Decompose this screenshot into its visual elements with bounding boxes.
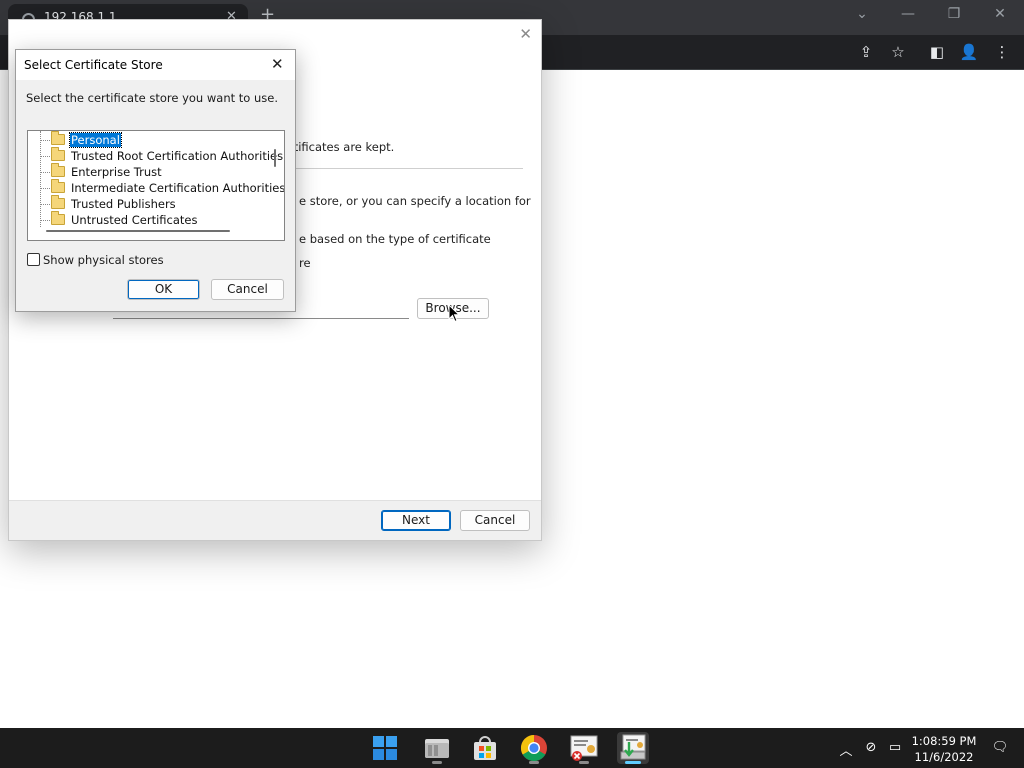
windows-logo-icon bbox=[373, 736, 397, 760]
horizontal-scrollbar[interactable] bbox=[46, 230, 230, 232]
tab-search-icon[interactable]: ⌄ bbox=[852, 6, 872, 22]
tree-item-trusted-publishers[interactable]: Trusted Publishers bbox=[28, 195, 268, 212]
tree-item-label: Untrusted Certificates bbox=[71, 213, 198, 227]
dialog-instruction: Select the certificate store you want to… bbox=[26, 91, 278, 105]
tree-item-trusted-root[interactable]: Trusted Root Certification Authorities bbox=[28, 147, 283, 164]
folder-icon bbox=[51, 179, 65, 193]
restore-icon[interactable]: ❐ bbox=[944, 6, 964, 22]
file-explorer-icon bbox=[425, 739, 449, 758]
cancel-button[interactable]: Cancel bbox=[211, 279, 284, 300]
network-disconnected-icon[interactable]: ⊘ bbox=[862, 740, 880, 755]
certificate-store-tree[interactable]: Personal Trusted Root Certification Auth… bbox=[27, 130, 285, 241]
browser-menu-icon[interactable]: ⋮ bbox=[991, 43, 1013, 61]
wizard-description-text: e store, or you can specify a location f… bbox=[299, 194, 531, 208]
window-close-icon[interactable]: ✕ bbox=[990, 6, 1010, 22]
tree-item-label: Trusted Publishers bbox=[71, 197, 176, 211]
show-hidden-icons-chevron-icon[interactable]: ︿ bbox=[837, 740, 855, 759]
tree-item-label: Trusted Root Certification Authorities bbox=[71, 149, 284, 163]
tree-item-untrusted[interactable]: Untrusted Certificates bbox=[28, 211, 268, 228]
auto-select-option-label: e based on the type of certificate bbox=[299, 232, 491, 246]
tree-item-label: Personal bbox=[69, 132, 122, 148]
folder-icon bbox=[51, 211, 65, 225]
profile-icon[interactable]: 👤 bbox=[958, 43, 980, 61]
folder-icon bbox=[51, 195, 65, 209]
next-button[interactable]: Next bbox=[381, 510, 451, 531]
chrome-icon bbox=[520, 734, 547, 762]
share-icon[interactable]: ⇪ bbox=[855, 43, 877, 61]
system-clock[interactable]: 1:08:59 PM 11/6/2022 bbox=[908, 733, 980, 765]
ok-button[interactable]: OK bbox=[127, 279, 200, 300]
tree-item-intermediate[interactable]: Intermediate Certification Authorities bbox=[28, 179, 284, 196]
start-button[interactable] bbox=[369, 732, 401, 764]
tree-item-enterprise-trust[interactable]: Enterprise Trust bbox=[28, 163, 268, 180]
taskbar-file-explorer[interactable] bbox=[421, 732, 453, 764]
tree-item-personal[interactable]: Personal bbox=[28, 131, 268, 148]
taskbar: ︿ ⊘ ▭ 1:08:59 PM 11/6/2022 🗨 bbox=[0, 728, 1024, 768]
wizard-divider bbox=[265, 168, 523, 169]
vertical-scrollbar[interactable] bbox=[274, 149, 276, 167]
dialog-title: Select Certificate Store bbox=[24, 58, 163, 72]
display-icon[interactable]: ▭ bbox=[886, 740, 904, 755]
folder-icon bbox=[51, 147, 65, 161]
place-in-store-option-label: re bbox=[299, 256, 311, 270]
notification-center-icon[interactable]: 🗨 bbox=[991, 740, 1009, 755]
dialog-close-icon[interactable]: ✕ bbox=[271, 55, 284, 73]
tree-item-label: Intermediate Certification Authorities bbox=[71, 181, 285, 195]
folder-icon bbox=[51, 163, 65, 177]
tree-item-label: Enterprise Trust bbox=[71, 165, 162, 179]
clock-time: 1:08:59 PM bbox=[911, 734, 977, 748]
side-panel-icon[interactable]: ◧ bbox=[926, 43, 948, 61]
wizard-close-icon[interactable]: ✕ bbox=[519, 25, 532, 43]
taskbar-microsoft-store[interactable] bbox=[469, 732, 501, 764]
wizard-cancel-button[interactable]: Cancel bbox=[460, 510, 530, 531]
taskbar-certificate-manager[interactable] bbox=[568, 732, 600, 764]
minimize-icon[interactable]: — bbox=[898, 6, 918, 22]
wizard-footer: Next Cancel bbox=[9, 500, 541, 540]
show-physical-stores-checkbox[interactable] bbox=[27, 253, 40, 266]
clock-date: 11/6/2022 bbox=[914, 750, 974, 764]
bookmark-star-icon[interactable]: ☆ bbox=[887, 43, 909, 61]
dialog-titlebar: Select Certificate Store ✕ bbox=[16, 50, 295, 80]
select-certificate-store-dialog: Select Certificate Store ✕ Select the ce… bbox=[15, 49, 296, 312]
certificate-wizard-icon bbox=[620, 734, 646, 760]
taskbar-chrome[interactable] bbox=[518, 732, 550, 764]
certificate-icon bbox=[570, 735, 598, 761]
taskbar-certificate-import-wizard[interactable] bbox=[617, 732, 649, 764]
show-physical-stores-label: Show physical stores bbox=[43, 253, 164, 267]
store-bag-icon bbox=[474, 736, 496, 760]
wizard-intro-text: rtificates are kept. bbox=[289, 140, 395, 154]
show-physical-stores-row[interactable]: Show physical stores bbox=[27, 252, 227, 268]
folder-icon bbox=[51, 131, 65, 145]
